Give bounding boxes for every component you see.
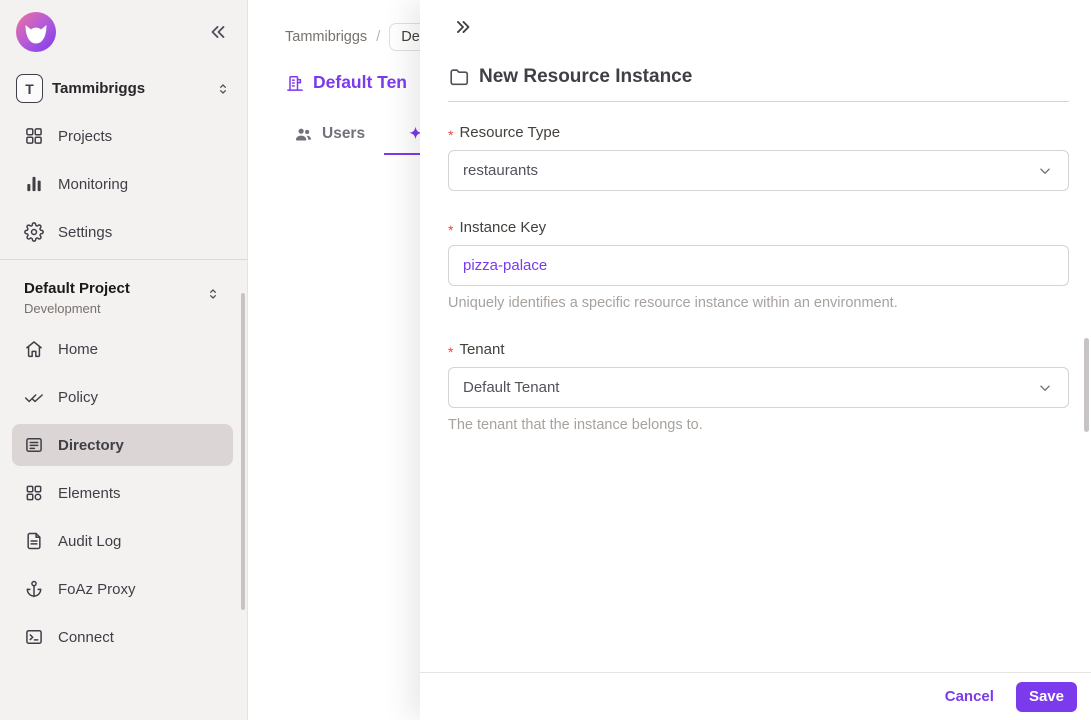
required-marker: * (448, 221, 454, 238)
bar-chart-icon (24, 174, 44, 194)
gear-icon (24, 222, 44, 242)
instance-key-label: Instance Key (459, 219, 547, 236)
sidebar: T Tammibriggs Projects Monitoring Settin… (0, 0, 248, 720)
anchor-icon (24, 579, 44, 599)
chevron-down-icon (1036, 162, 1054, 180)
project-selector[interactable]: Default Project Development (0, 260, 247, 316)
document-icon (24, 531, 44, 551)
sidebar-item-label: Policy (58, 388, 99, 406)
permit-logo (16, 12, 56, 52)
page-title: Default Ten (313, 72, 407, 92)
resource-type-field-label: * Resource Type (448, 124, 1069, 143)
sidebar-item-elements[interactable]: Elements (12, 472, 233, 514)
breadcrumb-separator: / (376, 29, 381, 45)
tenant-field-label: * Tenant (448, 341, 1069, 360)
double-check-icon (24, 387, 44, 407)
sidebar-item-label: Directory (58, 436, 124, 454)
terminal-icon (24, 627, 44, 647)
drawer-form: * Resource Type restaurants * Instance K… (420, 124, 1091, 433)
sidebar-item-label: Settings (58, 223, 113, 241)
chevron-up-down-icon (215, 81, 231, 97)
sidebar-top-menu: Projects Monitoring Settings (0, 103, 247, 253)
building-icon (285, 73, 305, 93)
sidebar-item-home[interactable]: Home (12, 328, 233, 370)
double-chevron-right-icon (452, 16, 474, 38)
org-avatar: T (16, 74, 43, 103)
tenant-label: Tenant (459, 341, 505, 358)
users-icon (294, 125, 313, 144)
breadcrumb-org[interactable]: Tammibriggs (285, 29, 367, 45)
tenant-select[interactable]: Default Tenant (448, 367, 1069, 408)
sidebar-item-directory[interactable]: Directory (12, 424, 233, 466)
directory-list-icon (24, 435, 44, 455)
sidebar-scrollbar[interactable] (241, 293, 245, 610)
resource-type-label: Resource Type (459, 124, 561, 141)
chevron-up-down-icon (205, 286, 221, 302)
page-scrollbar[interactable] (1084, 338, 1089, 432)
sidebar-item-label: Elements (58, 484, 121, 502)
sidebar-item-connect[interactable]: Connect (12, 616, 233, 658)
chevron-down-icon (1036, 379, 1054, 397)
sidebar-nav-menu: Home Policy Directory Elements Audit Log (0, 316, 247, 658)
resource-type-select[interactable]: restaurants (448, 150, 1069, 191)
sidebar-item-foaz-proxy[interactable]: FoAz Proxy (12, 568, 233, 610)
sidebar-item-label: Audit Log (58, 532, 122, 550)
project-name: Default Project (24, 280, 130, 297)
cancel-button[interactable]: Cancel (945, 688, 994, 705)
drawer-header: New Resource Instance (420, 0, 1091, 88)
project-environment: Development (24, 301, 101, 316)
home-icon (24, 339, 44, 359)
elements-grid-icon (24, 483, 44, 503)
required-marker: * (448, 126, 454, 143)
tenant-value: Default Tenant (463, 379, 560, 396)
sidebar-item-label: Home (58, 340, 99, 358)
new-resource-instance-drawer: New Resource Instance * Resource Type re… (420, 0, 1091, 720)
projects-grid-icon (24, 126, 44, 146)
drawer-footer: Cancel Save (420, 672, 1091, 720)
sidebar-item-settings[interactable]: Settings (12, 211, 233, 253)
org-selector[interactable]: T Tammibriggs (16, 74, 231, 103)
sidebar-item-label: Projects (58, 127, 113, 145)
tenant-helper: The tenant that the instance belongs to. (448, 417, 703, 433)
instance-key-helper: Uniquely identifies a specific resource … (448, 295, 898, 311)
sidebar-collapse-button[interactable] (207, 21, 229, 43)
sidebar-item-audit-log[interactable]: Audit Log (12, 520, 233, 562)
sidebar-item-label: Connect (58, 628, 114, 646)
instance-key-input[interactable] (448, 245, 1069, 286)
tab-users-label: Users (322, 125, 366, 142)
required-marker: * (448, 343, 454, 360)
sidebar-item-projects[interactable]: Projects (12, 115, 233, 157)
drawer-close-button[interactable] (452, 16, 474, 38)
save-button[interactable]: Save (1015, 681, 1077, 712)
tab-users[interactable]: Users (289, 115, 370, 155)
sidebar-item-policy[interactable]: Policy (12, 376, 233, 418)
sidebar-item-label: FoAz Proxy (58, 580, 136, 598)
double-chevron-left-icon (207, 21, 229, 43)
org-name: Tammibriggs (52, 80, 146, 97)
sidebar-item-monitoring[interactable]: Monitoring (12, 163, 233, 205)
drawer-divider (448, 101, 1069, 102)
instance-key-field-label: * Instance Key (448, 219, 1069, 238)
resource-type-value: restaurants (463, 162, 539, 179)
drawer-title: New Resource Instance (479, 66, 693, 87)
folder-icon (448, 66, 470, 88)
sidebar-item-label: Monitoring (58, 175, 129, 193)
